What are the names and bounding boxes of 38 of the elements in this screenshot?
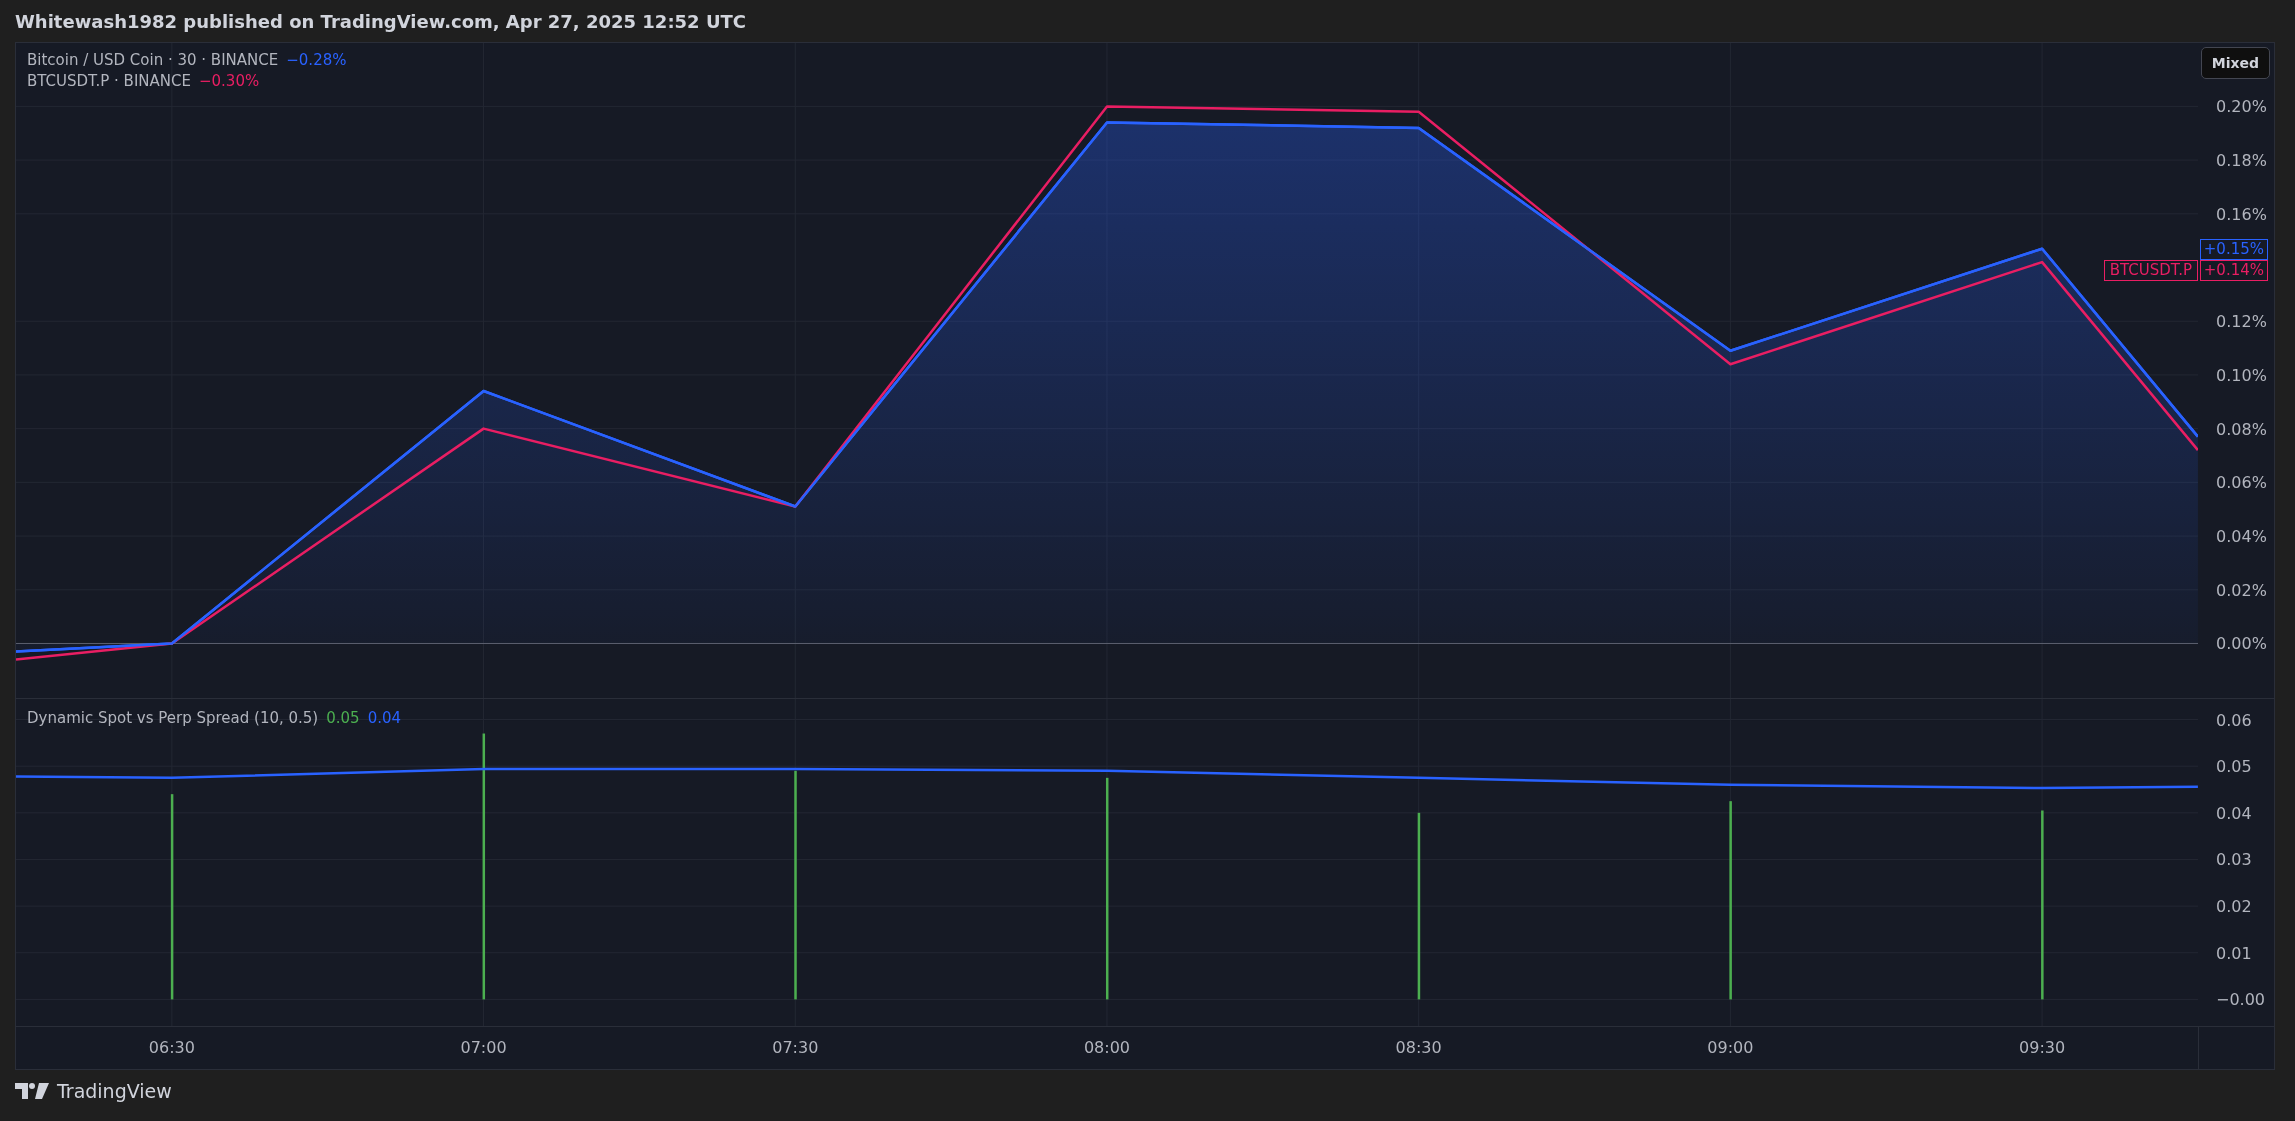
axis-label: 0.20% (2216, 97, 2267, 117)
indicator-value: 0.04 (367, 709, 402, 727)
price-label: +0.14% (2200, 259, 2268, 281)
axis-label: 0.04% (2216, 527, 2267, 547)
time-label: 06:30 (148, 1038, 195, 1057)
axis-label: 0.18% (2216, 151, 2267, 171)
price-label: +0.15% (2200, 238, 2268, 260)
axis-label: 0.01 (2216, 943, 2252, 963)
axis-label: 0.08% (2216, 419, 2267, 439)
indicator-title: Dynamic Spot vs Perp Spread (10, 0.5) (27, 709, 319, 727)
logo-wordmark: TradingView (57, 1080, 172, 1102)
time-label: 08:30 (1395, 1038, 1442, 1057)
axis-label: 0.00% (2216, 634, 2267, 654)
time-label: 07:00 (460, 1038, 507, 1057)
scale-mode-button[interactable]: Mixed (2200, 47, 2270, 79)
series-name-label: BTCUSDT.P (2103, 259, 2198, 281)
legend-title: Bitcoin / USD Coin · 30 · BINANCE (27, 51, 279, 69)
axis-label: 0.04 (2216, 803, 2252, 823)
axis-label: 0.12% (2216, 312, 2267, 332)
axis-label: 0.05 (2216, 757, 2252, 777)
legend-title: BTCUSDT.P · BINANCE (27, 72, 191, 90)
logo-icon (15, 1083, 49, 1099)
axis-label: 0.10% (2216, 365, 2267, 385)
axis-label: −0.00 (2216, 990, 2266, 1010)
time-label: 09:00 (1707, 1038, 1754, 1057)
axis-label: 0.06% (2216, 473, 2267, 493)
indicator-value: 0.05 (326, 709, 360, 727)
percent-change: −0.30% (198, 72, 260, 90)
axis-label: 0.03 (2216, 850, 2252, 870)
axis-label: 0.02% (2216, 580, 2267, 600)
time-label: 08:00 (1083, 1038, 1130, 1057)
time-label: 09:30 (2019, 1038, 2066, 1057)
publish-caption: Whitewash1982 published on TradingView.com, Apr 27, 2025 12:52 UTC (15, 10, 746, 32)
time-label: 07:30 (772, 1038, 819, 1057)
axis-label: 0.16% (2216, 204, 2267, 224)
axis-label: 0.06 (2216, 710, 2252, 730)
percent-change: −0.28% (286, 51, 347, 69)
axis-label: 0.02 (2216, 897, 2252, 917)
